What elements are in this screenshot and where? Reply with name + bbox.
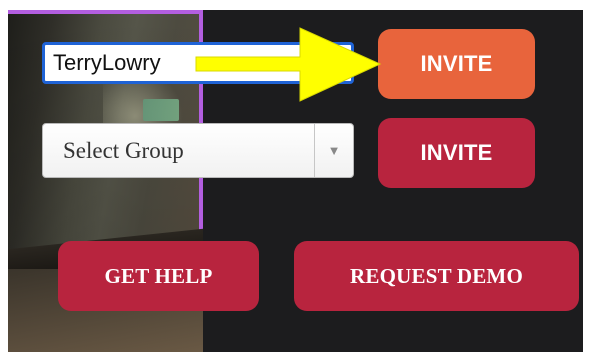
invite-group-button[interactable]: INVITE xyxy=(378,118,535,188)
group-select-label: Select Group xyxy=(63,137,184,163)
username-input[interactable] xyxy=(42,42,354,84)
request-demo-button[interactable]: REQUEST DEMO xyxy=(294,241,579,311)
get-help-button[interactable]: GET HELP xyxy=(58,241,259,311)
invite-user-button[interactable]: INVITE xyxy=(378,29,535,99)
chevron-down-icon[interactable]: ▼ xyxy=(314,124,353,177)
video-background-screen xyxy=(143,99,179,121)
group-select[interactable]: Select Group ▼ xyxy=(42,123,354,178)
